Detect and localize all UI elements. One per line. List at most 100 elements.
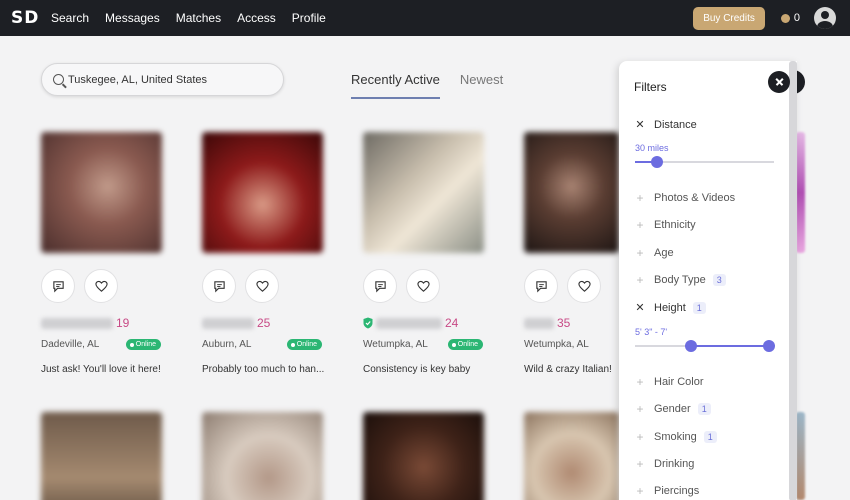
user-avatar-icon[interactable] <box>814 7 836 29</box>
profile-card[interactable]: 19 Dadeville, AL Online Just ask! You'll… <box>41 132 166 375</box>
profile-bio: Probably too much to han... <box>202 364 325 375</box>
nav-profile[interactable]: Profile <box>292 11 326 25</box>
profile-photo[interactable] <box>363 132 484 253</box>
location-search-input[interactable] <box>68 73 268 86</box>
profile-card[interactable]: 24 Wetumpka, AL Online Consistency is ke… <box>363 132 488 375</box>
profile-name-redacted <box>376 317 442 329</box>
profile-photo[interactable] <box>524 412 619 500</box>
heart-icon <box>255 280 269 292</box>
profile-age: 24 <box>445 316 459 330</box>
profile-age: 25 <box>257 316 271 330</box>
plus-icon: + <box>636 273 644 287</box>
close-filters-button[interactable] <box>768 71 790 93</box>
nav-right: Buy Credits 0 <box>693 0 836 36</box>
profile-location: Wetumpka, AL <box>524 339 589 350</box>
search-icon <box>53 74 64 85</box>
close-icon: ✕ <box>635 302 645 314</box>
tab-newest[interactable]: Newest <box>460 72 503 99</box>
verified-shield-icon <box>363 317 373 329</box>
profile-name-redacted <box>202 317 254 329</box>
favorite-button[interactable] <box>567 269 601 303</box>
filter-count-badge: 1 <box>703 431 717 443</box>
profile-photo[interactable] <box>41 412 162 500</box>
favorite-button[interactable] <box>84 269 118 303</box>
filters-scrollbar[interactable] <box>789 61 797 500</box>
favorite-button[interactable] <box>406 269 440 303</box>
filter-photos-videos[interactable]: + Photos & Videos <box>635 191 735 205</box>
profile-location: Dadeville, AL <box>41 339 100 350</box>
distance-slider-handle[interactable] <box>651 156 664 168</box>
plus-icon: + <box>636 402 644 416</box>
nav-messages[interactable]: Messages <box>105 11 160 25</box>
coin-icon <box>780 13 790 23</box>
profile-card[interactable]: 25 Auburn, AL Online Probably too much t… <box>202 132 327 375</box>
profile-photo[interactable] <box>202 412 323 500</box>
message-button[interactable] <box>202 269 236 303</box>
height-range-value: 5' 3" - 7' <box>635 327 668 337</box>
filter-drinking[interactable]: + Drinking <box>635 457 694 471</box>
tab-recently-active[interactable]: Recently Active <box>351 72 440 99</box>
filter-height[interactable]: ✕ Height 1 <box>635 301 706 314</box>
nav-links: Search Messages Matches Access Profile <box>51 11 342 25</box>
profile-name-redacted <box>41 317 113 329</box>
chat-icon <box>52 280 64 292</box>
plus-icon: + <box>636 430 644 444</box>
nav-search[interactable]: Search <box>51 11 89 25</box>
plus-icon: + <box>636 246 644 260</box>
chat-icon <box>535 280 547 292</box>
height-max-handle[interactable] <box>763 340 775 352</box>
filter-age[interactable]: + Age <box>635 246 673 260</box>
filter-hair-color[interactable]: + Hair Color <box>635 375 703 389</box>
filter-piercings[interactable]: + Piercings <box>635 484 699 498</box>
profile-photo-partial[interactable] <box>796 132 805 253</box>
profile-name-redacted <box>524 317 554 329</box>
nav-access[interactable]: Access <box>237 11 276 25</box>
buy-credits-button[interactable]: Buy Credits <box>693 6 765 30</box>
profile-location: Auburn, AL <box>202 339 252 350</box>
profile-photo[interactable] <box>41 132 162 253</box>
heart-icon <box>94 280 108 292</box>
filter-smoking[interactable]: + Smoking 1 <box>635 430 717 444</box>
filter-ethnicity[interactable]: + Ethnicity <box>635 218 695 232</box>
profile-photo[interactable] <box>202 132 323 253</box>
nav-matches[interactable]: Matches <box>176 11 221 25</box>
profile-photo-partial[interactable] <box>796 412 805 500</box>
filter-body-type[interactable]: + Body Type 3 <box>635 273 726 287</box>
filter-count-badge: 3 <box>712 274 726 286</box>
height-slider-fill <box>691 345 769 347</box>
filters-title: Filters <box>634 80 667 94</box>
plus-icon: + <box>636 191 644 205</box>
height-min-handle[interactable] <box>685 340 698 352</box>
close-icon: ✕ <box>635 119 645 131</box>
sort-tabs: Recently Active Newest <box>351 72 523 99</box>
plus-icon: + <box>636 484 644 498</box>
logo[interactable]: SD <box>11 8 51 28</box>
chat-icon <box>374 280 386 292</box>
location-search <box>41 63 284 96</box>
filter-gender[interactable]: + Gender 1 <box>635 402 711 416</box>
message-button[interactable] <box>363 269 397 303</box>
profile-bio: Consistency is key baby <box>363 364 471 375</box>
profile-age: 35 <box>557 316 571 330</box>
profile-age: 19 <box>116 316 130 330</box>
filter-distance[interactable]: ✕ Distance <box>635 118 696 132</box>
filter-count-badge: 1 <box>697 403 711 415</box>
online-badge: Online <box>286 339 322 350</box>
profile-bio: Just ask! You'll love it here! <box>41 364 161 375</box>
profile-photo[interactable] <box>363 412 484 500</box>
online-badge: Online <box>125 339 161 350</box>
top-nav: SD Search Messages Matches Access Profil… <box>0 0 850 36</box>
profile-location: Wetumpka, AL <box>363 339 428 350</box>
profile-photo[interactable] <box>524 132 619 253</box>
filters-panel: Filters ✕ Distance 30 miles + Photos & V… <box>619 61 797 500</box>
plus-icon: + <box>636 457 644 471</box>
heart-icon <box>577 280 591 292</box>
plus-icon: + <box>636 375 644 389</box>
message-button[interactable] <box>524 269 558 303</box>
message-button[interactable] <box>41 269 75 303</box>
heart-icon <box>416 280 430 292</box>
plus-icon: + <box>636 218 644 232</box>
favorite-button[interactable] <box>245 269 279 303</box>
distance-value: 30 miles <box>635 143 669 153</box>
credits-counter[interactable]: 0 <box>780 12 800 24</box>
